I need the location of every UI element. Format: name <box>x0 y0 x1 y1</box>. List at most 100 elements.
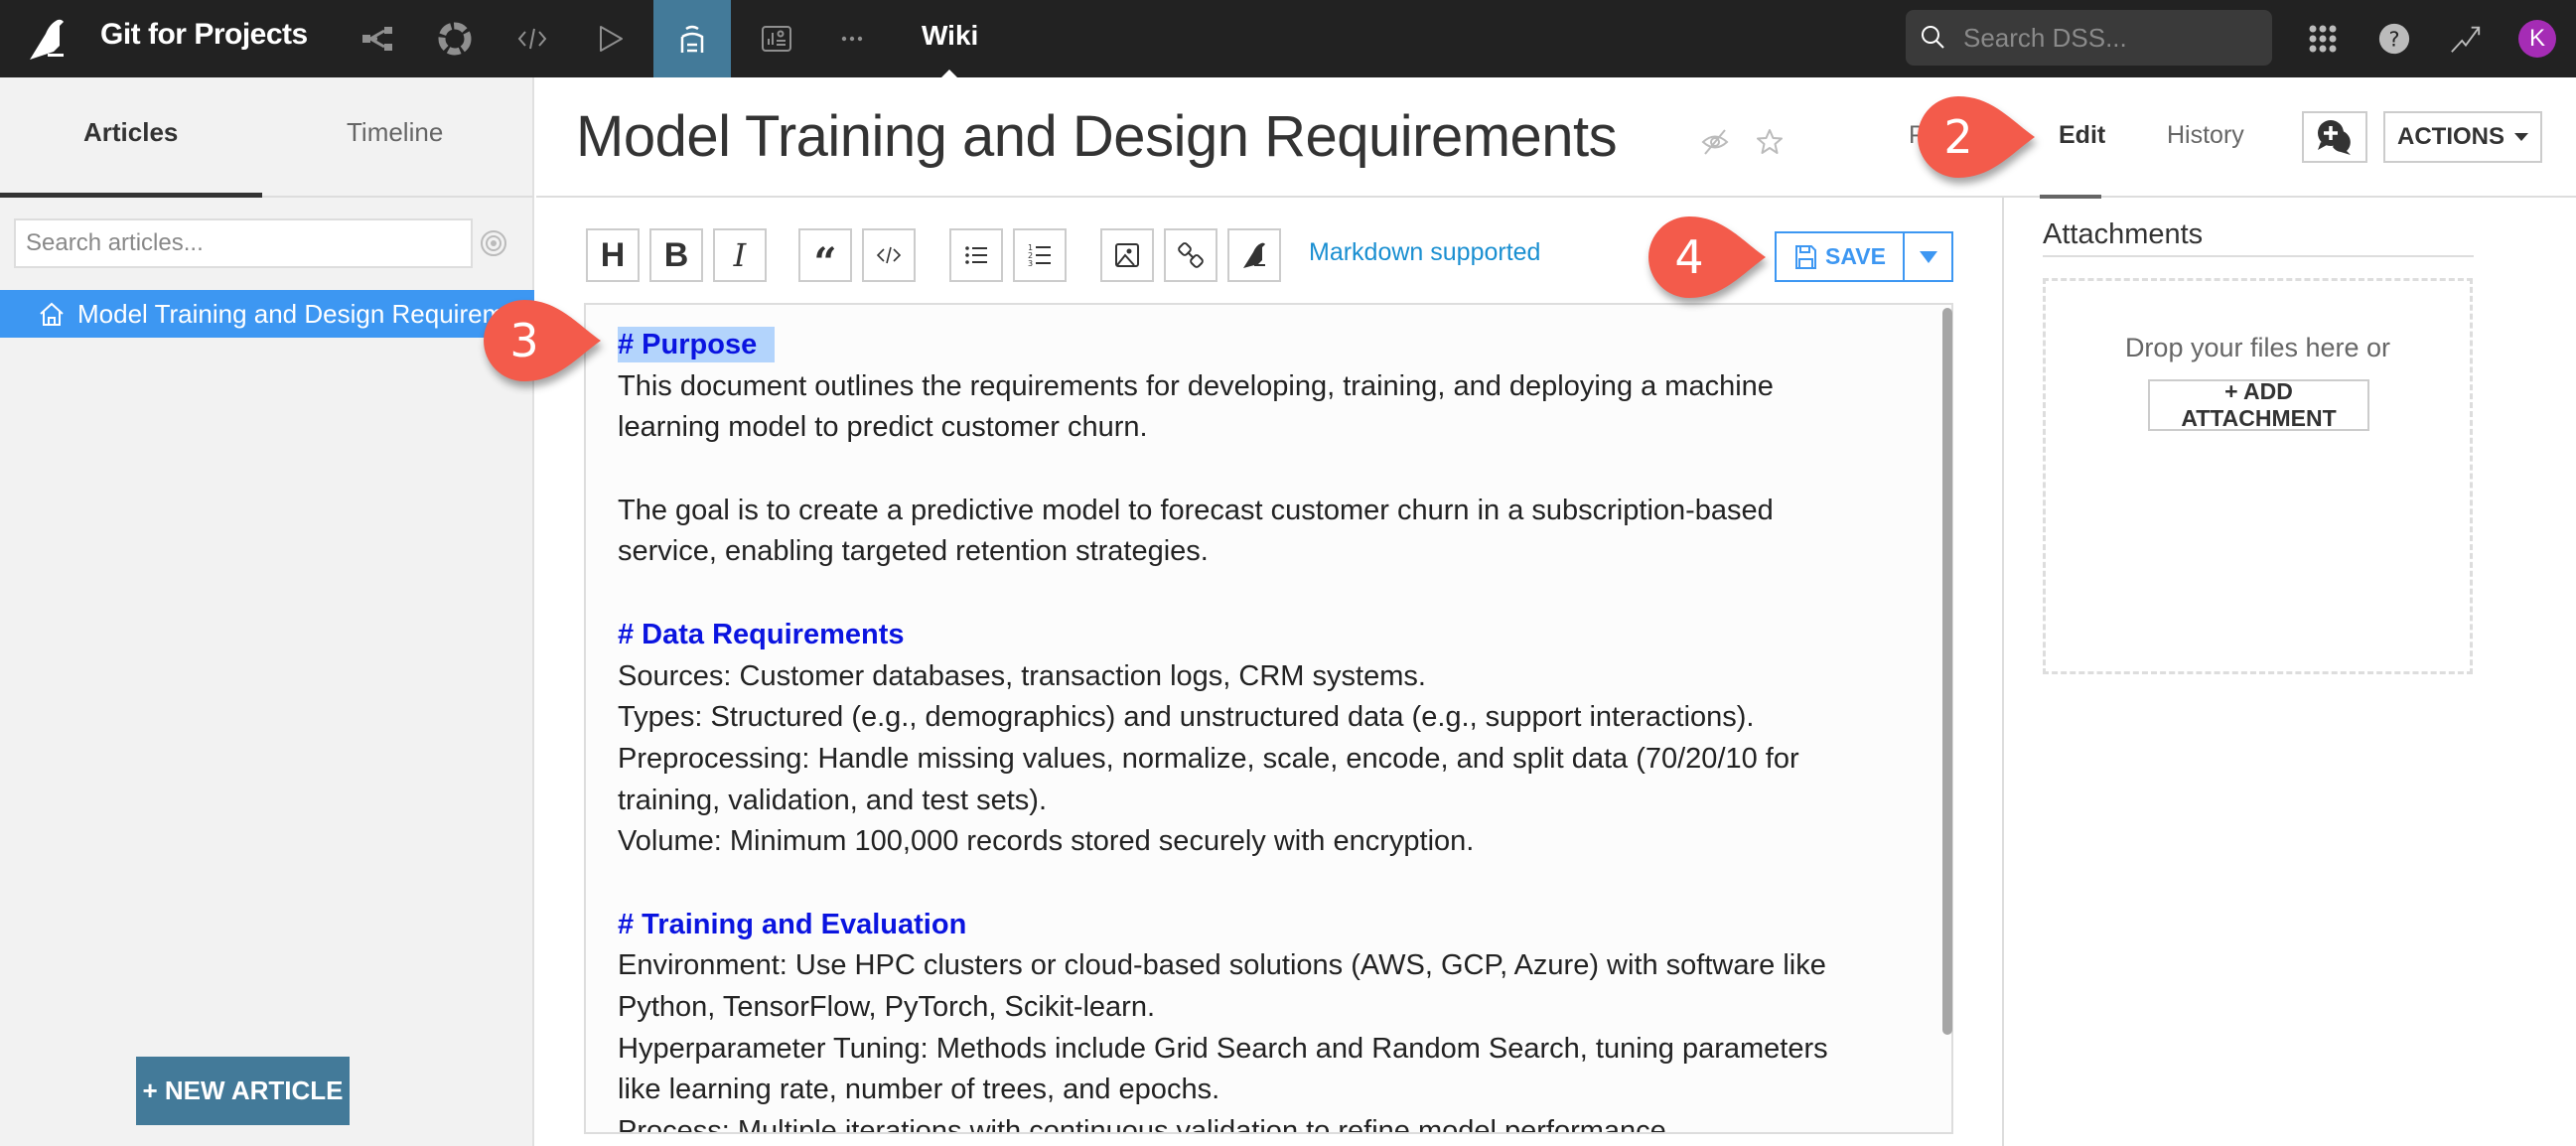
line-text: This document outlines the requirements … <box>618 369 1774 402</box>
heading-icon: H <box>600 235 626 274</box>
save-options-dropdown[interactable] <box>1903 231 1953 282</box>
chevron-down-icon <box>2514 133 2528 141</box>
line-text: Environment: Use HPC clusters or cloud-b… <box>618 949 1826 982</box>
global-search-input[interactable] <box>1963 18 2261 58</box>
save-label: SAVE <box>1825 243 1886 269</box>
top-navbar: Git for Projects Wiki ? K <box>0 0 2576 77</box>
add-attachment-button[interactable]: + ADD ATTACHMENT <box>2148 378 2369 431</box>
svg-text:?: ? <box>2388 28 2399 52</box>
home-icon <box>40 302 64 326</box>
attachments-divider <box>2043 255 2474 257</box>
svg-text:3: 3 <box>1028 259 1033 268</box>
callout-number: 2 <box>1943 110 1973 164</box>
line-text: like learning rate, number of trees, and… <box>618 1074 1220 1106</box>
quote-button[interactable]: “ <box>798 228 852 286</box>
image-button[interactable] <box>1100 228 1154 282</box>
markdown-text-line: Process: Multiple iterations with contin… <box>618 1111 1951 1132</box>
markdown-text-line: Volume: Minimum 100,000 records stored s… <box>618 821 1951 863</box>
numbered-list-icon: 123 <box>1028 243 1051 268</box>
markdown-editor[interactable]: # Purpose This document outlines the requ… <box>584 303 1953 1134</box>
active-section-indicator <box>941 70 957 77</box>
tab-edit[interactable]: Edit <box>2059 121 2105 150</box>
articles-sidebar: Articles Timeline Model Training and Des… <box>0 77 534 1146</box>
dss-bird-icon <box>1243 242 1265 268</box>
code-button[interactable] <box>862 228 916 282</box>
callout-marker-4: 4 <box>1648 216 1766 298</box>
add-discussion-icon <box>2318 120 2351 155</box>
line-text: Types: Structured (e.g., demographics) a… <box>618 701 1755 734</box>
apps-grid-icon[interactable] <box>2300 16 2346 62</box>
callout-number: 4 <box>1674 230 1704 284</box>
callout-number: 3 <box>509 314 539 367</box>
article-list-item[interactable]: Model Training and Design Requirements <box>0 290 534 338</box>
line-text: Sources: Customer databases, transaction… <box>618 659 1426 692</box>
bullet-list-button[interactable] <box>949 228 1003 282</box>
link-icon <box>1178 242 1204 268</box>
dataiku-bird-logo-icon[interactable] <box>26 16 70 62</box>
line-text: Hyperparameter Tuning: Methods include G… <box>618 1032 1828 1065</box>
tab-articles[interactable]: Articles <box>83 117 178 148</box>
lab-icon[interactable] <box>416 0 494 77</box>
callout-marker-2: 2 <box>1918 96 2035 178</box>
bold-button[interactable]: B <box>649 228 703 282</box>
markdown-text-line: The goal is to create a predictive model… <box>618 491 1951 532</box>
panel-divider <box>2002 198 2004 1146</box>
actions-dropdown[interactable]: ACTIONS <box>2383 111 2542 163</box>
flow-icon[interactable] <box>339 0 416 77</box>
global-search[interactable] <box>1906 10 2272 66</box>
tab-history[interactable]: History <box>2167 121 2244 150</box>
dashboard-icon[interactable] <box>738 0 815 77</box>
help-icon[interactable]: ? <box>2371 16 2417 62</box>
page-title: Model Training and Design Requirements <box>576 104 1618 169</box>
markdown-heading-line: # Training and Evaluation <box>618 905 1951 946</box>
more-icon[interactable] <box>813 0 891 77</box>
search-articles-input[interactable] <box>14 218 473 268</box>
current-section-label[interactable]: Wiki <box>922 20 978 52</box>
line-text: training, validation, and test sets). <box>618 784 1048 816</box>
markdown-text-line: Hyperparameter Tuning: Methods include G… <box>618 1029 1951 1071</box>
bold-icon: B <box>663 235 689 274</box>
attachment-dropzone[interactable]: Drop your files here or + ADD ATTACHMENT <box>2043 278 2473 674</box>
heading-button[interactable]: H <box>586 228 640 282</box>
trends-icon[interactable] <box>2443 16 2489 62</box>
actions-label: ACTIONS <box>2397 123 2504 150</box>
tab-timeline[interactable]: Timeline <box>347 117 443 148</box>
markdown-heading-line: # Purpose <box>618 325 1951 366</box>
save-floppy-icon <box>1795 244 1817 269</box>
italic-button[interactable]: I <box>713 228 767 282</box>
line-text: Volume: Minimum 100,000 records stored s… <box>618 825 1475 858</box>
new-article-button[interactable]: + NEW ARTICLE <box>136 1057 350 1125</box>
markdown-text-line: Python, TensorFlow, PyTorch, Scikit-lear… <box>618 987 1951 1029</box>
markdown-heading-line: # Data Requirements <box>618 615 1951 656</box>
article-title: Model Training and Design Requirements <box>77 298 534 329</box>
user-avatar[interactable]: K <box>2518 20 2556 58</box>
project-title[interactable]: Git for Projects <box>100 18 308 52</box>
markdown-text-line: service, enabling targeted retention str… <box>618 531 1951 573</box>
run-icon[interactable] <box>571 0 648 77</box>
line-text: Preprocessing: Handle missing values, no… <box>618 742 1799 775</box>
numbered-list-button[interactable]: 123 <box>1013 228 1067 282</box>
line-text: The goal is to create a predictive model… <box>618 494 1774 526</box>
markdown-supported-link[interactable]: Markdown supported <box>1309 238 1540 267</box>
link-button[interactable] <box>1164 228 1217 282</box>
unwatch-eye-icon[interactable] <box>1700 127 1730 157</box>
markdown-text-line: Environment: Use HPC clusters or cloud-b… <box>618 945 1951 987</box>
markdown-text-line: Types: Structured (e.g., demographics) a… <box>618 697 1951 739</box>
dss-object-button[interactable] <box>1227 228 1281 282</box>
chevron-down-icon <box>1919 250 1937 263</box>
search-icon <box>1922 26 1944 49</box>
target-filter-icon[interactable] <box>479 228 508 258</box>
markdown-text-line: like learning rate, number of trees, and… <box>618 1070 1951 1111</box>
wiki-notebook-icon[interactable] <box>653 0 731 77</box>
editor-scrollbar[interactable] <box>1942 308 1952 1035</box>
code-icon <box>876 246 902 264</box>
markdown-text-line: This document outlines the requirements … <box>618 366 1951 408</box>
line-text: service, enabling targeted retention str… <box>618 535 1209 568</box>
discussions-button[interactable] <box>2302 111 2367 163</box>
save-button[interactable]: SAVE <box>1775 231 1905 282</box>
code-icon[interactable] <box>494 0 571 77</box>
line-text: # Data Requirements <box>618 618 905 650</box>
star-icon[interactable] <box>1755 127 1785 157</box>
